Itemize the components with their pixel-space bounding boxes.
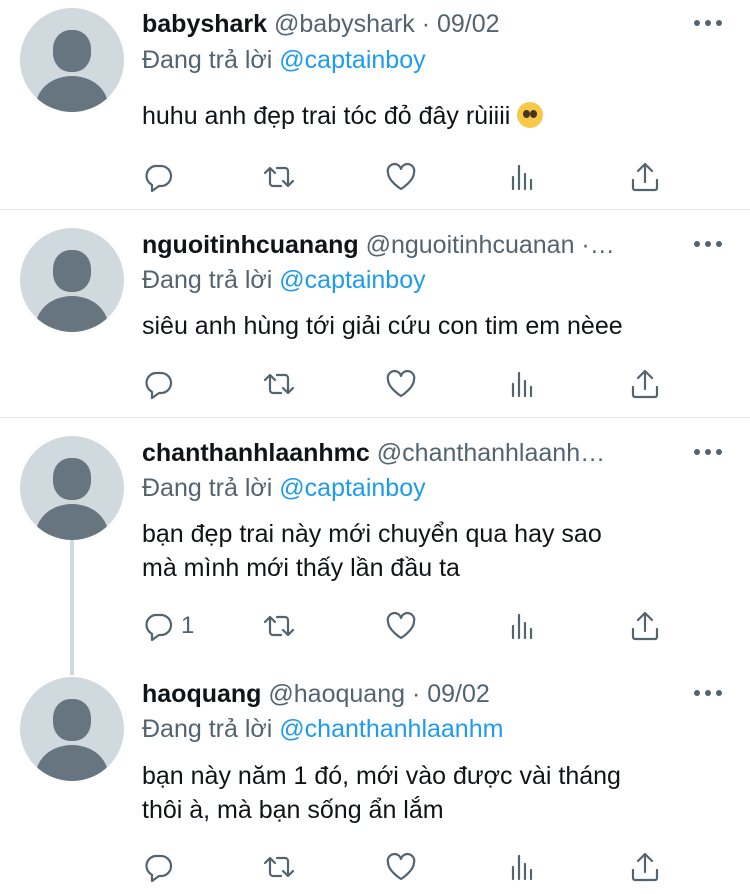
- tweet-text: huhu anh đẹp trai tóc đỏ đây rùiiii: [142, 99, 722, 133]
- reply-prefix: Đang trả lời: [142, 46, 273, 74]
- more-icon[interactable]: [694, 690, 722, 700]
- reply-prefix: Đang trả lời: [142, 474, 273, 502]
- avatar[interactable]: [20, 8, 124, 112]
- replying-to: Đang trả lời @captainboy: [142, 265, 426, 295]
- more-icon[interactable]: [694, 241, 722, 251]
- like-icon: [384, 367, 418, 401]
- analytics-button[interactable]: [506, 850, 540, 884]
- replying-to: Đang trả lời @chanthanhlaanhm: [142, 714, 503, 744]
- display-name[interactable]: chanthanhlaanhmc: [142, 439, 370, 467]
- retweet-icon: [262, 609, 296, 643]
- share-icon: [628, 367, 662, 401]
- reply-button[interactable]: 1: [141, 609, 194, 643]
- action-bar: 1: [0, 609, 750, 643]
- pleading-face-emoji: [517, 102, 544, 128]
- reply-icon: [141, 609, 175, 643]
- like-button[interactable]: [384, 850, 418, 884]
- like-icon: [384, 850, 418, 884]
- share-icon: [628, 609, 662, 643]
- like-button[interactable]: [384, 160, 418, 194]
- reply-button[interactable]: [141, 160, 181, 194]
- display-name[interactable]: nguoitinhcuanang: [142, 231, 359, 259]
- analytics-icon: [506, 367, 540, 401]
- analytics-icon: [506, 609, 540, 643]
- tweet-text-line: bạn này năm 1 đó, mới vào được vài tháng: [142, 762, 621, 790]
- display-name[interactable]: babyshark: [142, 10, 267, 38]
- reply-icon: [141, 160, 175, 194]
- retweet-button[interactable]: [262, 850, 296, 884]
- user-handle[interactable]: @nguoitinhcuanan: [366, 231, 575, 259]
- share-button[interactable]: [628, 367, 662, 401]
- tweet[interactable]: chanthanhlaanhmc @chanthanhlaanh… Đang t…: [0, 418, 750, 668]
- retweet-icon: [262, 160, 296, 194]
- tweet[interactable]: nguoitinhcuanang @nguoitinhcuanan ·… Đan…: [0, 210, 750, 418]
- action-bar: [0, 160, 750, 194]
- share-button[interactable]: [628, 850, 662, 884]
- reply-prefix: Đang trả lời: [142, 266, 273, 294]
- retweet-button[interactable]: [262, 609, 296, 643]
- share-button[interactable]: [628, 609, 662, 643]
- reply-button[interactable]: [141, 850, 181, 884]
- analytics-icon: [506, 850, 540, 884]
- analytics-button[interactable]: [506, 160, 540, 194]
- retweet-button[interactable]: [262, 160, 296, 194]
- replying-to: Đang trả lời @captainboy: [142, 473, 426, 503]
- more-icon[interactable]: [694, 449, 722, 459]
- user-handle[interactable]: @chanthanhlaanh…: [377, 439, 605, 467]
- separator: ·: [411, 680, 421, 708]
- display-name[interactable]: haoquang: [142, 680, 261, 708]
- retweet-button[interactable]: [262, 367, 296, 401]
- reply-button[interactable]: [141, 367, 181, 401]
- reply-icon: [141, 850, 175, 884]
- reply-mention[interactable]: @chanthanhlaanhm: [279, 715, 503, 743]
- reply-mention[interactable]: @captainboy: [279, 474, 425, 502]
- avatar[interactable]: [20, 228, 124, 332]
- action-bar: [0, 367, 750, 401]
- avatar[interactable]: [20, 677, 124, 781]
- like-icon: [384, 160, 418, 194]
- user-handle[interactable]: @babyshark: [274, 10, 415, 38]
- reply-prefix: Đang trả lời: [142, 715, 273, 743]
- tweet-header: babyshark @babyshark · 09/02: [142, 9, 670, 39]
- avatar[interactable]: [20, 436, 124, 540]
- tweet-text: bạn đẹp trai này mới chuyển qua hay sao …: [142, 517, 722, 585]
- analytics-button[interactable]: [506, 609, 540, 643]
- tweet-text-body: huhu anh đẹp trai tóc đỏ đây rùiiii: [142, 102, 511, 130]
- share-icon: [628, 850, 662, 884]
- like-icon: [384, 609, 418, 643]
- tweet-date[interactable]: 09/02: [437, 10, 500, 38]
- tweet[interactable]: babyshark @babyshark · 09/02 Đang trả lờ…: [0, 0, 750, 208]
- tweet-text: bạn này năm 1 đó, mới vào được vài tháng…: [142, 759, 722, 827]
- tweet-header: nguoitinhcuanang @nguoitinhcuanan ·…: [142, 230, 670, 260]
- reply-icon: [141, 367, 175, 401]
- tweet-text-line: mà mình mới thấy lần đầu ta: [142, 554, 460, 582]
- more-icon[interactable]: [694, 20, 722, 30]
- like-button[interactable]: [384, 609, 418, 643]
- action-bar: [0, 850, 750, 884]
- retweet-icon: [262, 850, 296, 884]
- separator: ·: [421, 10, 431, 38]
- tweet[interactable]: haoquang @haoquang · 09/02 Đang trả lời …: [0, 670, 750, 894]
- reply-count: 1: [181, 612, 195, 639]
- reply-mention[interactable]: @captainboy: [279, 266, 425, 294]
- separator: ·…: [581, 231, 615, 259]
- tweet-text: siêu anh hùng tới giải cứu con tim em nè…: [142, 312, 623, 340]
- share-icon: [628, 160, 662, 194]
- user-handle[interactable]: @haoquang: [268, 680, 405, 708]
- like-button[interactable]: [384, 367, 418, 401]
- analytics-icon: [506, 160, 540, 194]
- tweet-date[interactable]: 09/02: [427, 680, 490, 708]
- tweet-text-line: bạn đẹp trai này mới chuyển qua hay sao: [142, 520, 602, 548]
- reply-mention[interactable]: @captainboy: [279, 46, 425, 74]
- analytics-button[interactable]: [506, 367, 540, 401]
- tweet-header: chanthanhlaanhmc @chanthanhlaanh…: [142, 438, 670, 468]
- tweet-text-line: thôi à, mà bạn sống ẩn lắm: [142, 796, 444, 824]
- replying-to: Đang trả lời @captainboy: [142, 45, 426, 75]
- share-button[interactable]: [628, 160, 662, 194]
- retweet-icon: [262, 367, 296, 401]
- tweet-header: haoquang @haoquang · 09/02: [142, 679, 670, 709]
